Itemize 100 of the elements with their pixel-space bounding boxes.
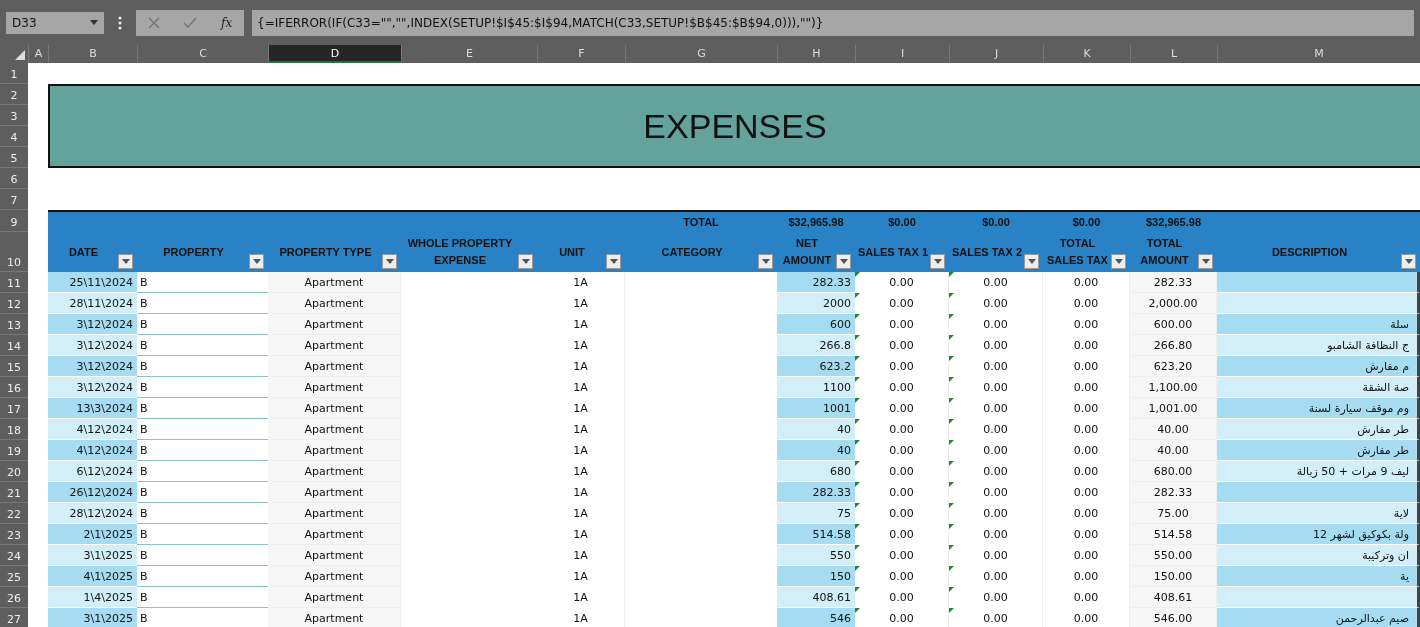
date-cell: 3\12\2024 (48, 314, 137, 335)
column-title: UNIT (559, 244, 585, 260)
total-amount-cell: 600.00 (1130, 314, 1217, 335)
unit-cell: 1A (537, 335, 625, 356)
column-title: CATEGORY (661, 244, 723, 260)
select-all-icon[interactable] (15, 50, 25, 60)
filter-button[interactable] (1401, 254, 1416, 269)
insert-function-button[interactable]: fx (221, 15, 233, 30)
name-box[interactable]: D33 (6, 11, 104, 34)
filter-button[interactable] (249, 254, 264, 269)
unit-cell: 1A (537, 524, 625, 545)
row-header[interactable]: 23 (0, 524, 28, 545)
date-cell: 4\12\2024 (48, 440, 137, 461)
sales-tax-cell: 0.00 (949, 587, 1043, 608)
filter-button[interactable] (1198, 254, 1213, 269)
net-amount-cell: 75 (777, 503, 855, 524)
row-header[interactable]: 15 (0, 356, 28, 377)
row-header[interactable]: 25 (0, 566, 28, 587)
sales-tax-cell: 0.00 (949, 503, 1043, 524)
row-header[interactable]: 3 (0, 105, 28, 126)
row-header[interactable]: 17 (0, 398, 28, 419)
row-header[interactable]: 11 (0, 272, 28, 293)
net-amount-cell: 514.58 (777, 524, 855, 545)
net-amount-cell: 1100 (777, 377, 855, 398)
property-type-cell: Apartment (268, 356, 401, 377)
column-title: TOTAL SALES TAX (1046, 236, 1109, 268)
sales-tax-cell: 0.00 (855, 566, 949, 587)
row-header[interactable]: 22 (0, 503, 28, 524)
column-title: SALES TAX 2 (951, 244, 1023, 260)
date-cell: 28\12\2024 (48, 503, 137, 524)
filter-button[interactable] (930, 254, 945, 269)
check-icon[interactable] (183, 16, 198, 29)
unit-cell: 1A (537, 608, 625, 627)
property-type-cell: Apartment (268, 503, 401, 524)
description-cell: ان وتركيبة (1217, 545, 1420, 566)
row-header[interactable]: 26 (0, 587, 28, 608)
filter-button[interactable] (1111, 254, 1126, 269)
column-title: TOTAL AMOUNT (1139, 236, 1190, 268)
net-amount-cell: 2000 (777, 293, 855, 314)
sales-tax-cell: 0.00 (949, 482, 1043, 503)
total-amount-cell: 546.00 (1130, 608, 1217, 627)
row-header[interactable]: 2 (0, 84, 28, 105)
more-icon[interactable] (118, 15, 122, 30)
row-header[interactable]: 7 (0, 189, 28, 210)
sales-tax-cell: 0.00 (949, 377, 1043, 398)
row-header[interactable]: 13 (0, 314, 28, 335)
unit-cell: 1A (537, 419, 625, 440)
date-cell: 13\3\2024 (48, 398, 137, 419)
row-header[interactable]: 24 (0, 545, 28, 566)
row-header[interactable]: 21 (0, 482, 28, 503)
row-header[interactable]: 27 (0, 608, 28, 627)
filter-button[interactable] (1024, 254, 1039, 269)
row-header[interactable]: 12 (0, 293, 28, 314)
sales-tax-cell: 0.00 (949, 524, 1043, 545)
date-cell: 28\11\2024 (48, 293, 137, 314)
net-amount-cell: 623.2 (777, 356, 855, 377)
total-amount-cell: 550.00 (1130, 545, 1217, 566)
row-header[interactable]: 5 (0, 147, 28, 168)
unit-cell: 1A (537, 482, 625, 503)
property-type-cell: Apartment (268, 587, 401, 608)
net-amount-cell: 266.8 (777, 335, 855, 356)
description-cell: لاية (1217, 503, 1420, 524)
net-amount-cell: 40 (777, 419, 855, 440)
sales-tax-cell: 0.00 (949, 314, 1043, 335)
description-cell: طر مفارش (1217, 440, 1420, 461)
date-cell: 3\12\2024 (48, 356, 137, 377)
row-header[interactable]: 1 (0, 63, 28, 84)
sales-tax-cell: 0.00 (949, 293, 1043, 314)
net-amount-cell: 150 (777, 566, 855, 587)
row-header[interactable]: 4 (0, 126, 28, 147)
row-header[interactable]: 20 (0, 461, 28, 482)
filter-button[interactable] (518, 254, 533, 269)
row-header[interactable]: 18 (0, 419, 28, 440)
row-header[interactable]: 10 (0, 232, 28, 272)
row-header[interactable]: 19 (0, 440, 28, 461)
property-type-cell: Apartment (268, 566, 401, 587)
net-amount-cell: 282.33 (777, 272, 855, 293)
column-title: NET AMOUNT (781, 236, 833, 268)
unit-cell: 1A (537, 272, 625, 293)
column-header[interactable]: D (268, 45, 401, 63)
filter-button[interactable] (118, 254, 133, 269)
formula-field[interactable]: {=IFERROR(IF(C33="","",INDEX(SETUP!$I$45:$I$94,MATCH(C33,SETUP!$B$45:$B$94,0))),"")} (252, 9, 1414, 36)
row-header[interactable]: 9 (0, 210, 28, 232)
filter-button[interactable] (836, 254, 851, 269)
date-cell: 3\1\2025 (48, 545, 137, 566)
sales-tax-cell: 0.00 (855, 335, 949, 356)
date-cell: 6\12\2024 (48, 461, 137, 482)
sales-tax-cell: 0.00 (855, 545, 949, 566)
date-cell: 4\12\2024 (48, 419, 137, 440)
sales-tax-cell: 0.00 (855, 440, 949, 461)
filter-button[interactable] (758, 254, 773, 269)
sales-tax-cell: 0.00 (855, 503, 949, 524)
date-cell: 26\12\2024 (48, 482, 137, 503)
row-header[interactable]: 16 (0, 377, 28, 398)
filter-button[interactable] (382, 254, 397, 269)
row-header[interactable]: 6 (0, 168, 28, 189)
row-header[interactable]: 14 (0, 335, 28, 356)
sales-tax-cell: 0.00 (949, 545, 1043, 566)
filter-button[interactable] (606, 254, 621, 269)
date-cell: 4\1\2025 (48, 566, 137, 587)
